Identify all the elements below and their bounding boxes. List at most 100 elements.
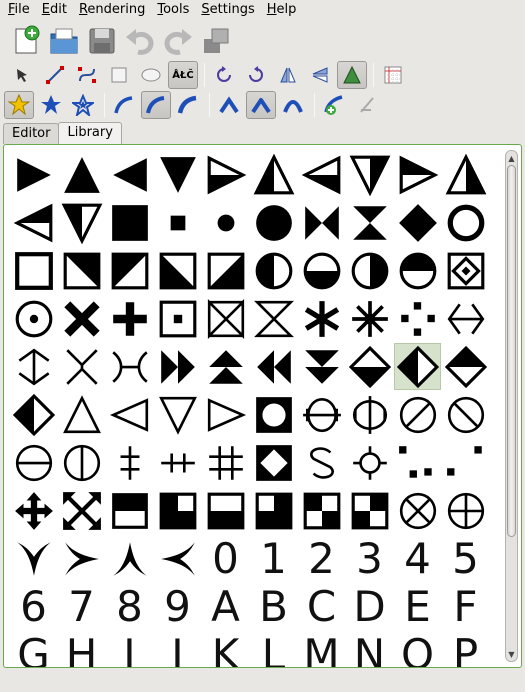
undo-button[interactable] — [122, 23, 158, 59]
symbol-triangle-right[interactable] — [10, 151, 57, 198]
symbol-square-outline[interactable] — [10, 247, 57, 294]
symbol-square-diag-1[interactable] — [58, 247, 105, 294]
scroll-down-arrow-icon[interactable]: ▼ — [506, 648, 517, 660]
symbol-circle-half-top[interactable] — [394, 247, 441, 294]
symbol-square-band-top[interactable] — [202, 487, 249, 534]
symbol-square-diamond-white[interactable] — [250, 439, 297, 486]
symbol-circle-bar-h[interactable] — [298, 391, 345, 438]
symbol-square-band-bottom[interactable] — [106, 487, 153, 534]
glyph-cell[interactable]: B — [250, 583, 297, 630]
menu-tools[interactable]: Tools — [151, 0, 195, 20]
symbol-square-with-circle[interactable] — [250, 391, 297, 438]
symbol-half-triangle-left[interactable] — [298, 151, 345, 198]
symbol-circle-dot[interactable] — [10, 295, 57, 342]
glyph-cell[interactable]: H — [58, 631, 105, 667]
select-tool-button[interactable] — [8, 61, 38, 89]
symbol-triangle-left[interactable] — [106, 151, 153, 198]
symbol-crosshair-circle[interactable] — [346, 439, 393, 486]
symbol-circle-bar-v[interactable] — [346, 391, 393, 438]
symbol-circle-hline[interactable] — [10, 439, 57, 486]
symbol-diagonal-arrows[interactable] — [58, 487, 105, 534]
rectangle-tool-button[interactable] — [104, 61, 134, 89]
glyph-cell[interactable]: P — [442, 631, 489, 667]
vertical-scrollbar[interactable]: ▲ ▼ — [505, 150, 518, 662]
corner-style-1-button[interactable] — [214, 91, 244, 119]
symbol-double-up[interactable] — [202, 343, 249, 390]
symbol-triangle-left-outline[interactable] — [106, 391, 153, 438]
corner-style-3-button[interactable] — [278, 91, 308, 119]
symbol-s-curve[interactable] — [298, 439, 345, 486]
symbol-circle-backslash[interactable] — [442, 391, 489, 438]
redo-button[interactable] — [160, 23, 196, 59]
rotate-left-button[interactable] — [209, 61, 239, 89]
glyph-cell[interactable]: K — [202, 631, 249, 667]
symbol-triangle-down-outline[interactable] — [154, 391, 201, 438]
menu-rendering[interactable]: Rendering — [73, 0, 151, 20]
symbol-square-large[interactable] — [106, 199, 153, 246]
add-node-button[interactable] — [319, 91, 349, 119]
symbol-dots-steps-2[interactable] — [442, 439, 489, 486]
open-button[interactable] — [46, 23, 82, 59]
symbol-circle-half-bottom[interactable] — [298, 247, 345, 294]
glyph-cell[interactable]: D — [346, 583, 393, 630]
symbol-hash[interactable] — [202, 439, 249, 486]
flip-vertical-button[interactable] — [305, 61, 335, 89]
symbol-cross-x[interactable] — [58, 295, 105, 342]
symbol-diamond-half-left[interactable] — [394, 343, 441, 390]
symbol-fast-forward[interactable] — [154, 343, 201, 390]
glyph-cell[interactable]: 7 — [58, 583, 105, 630]
symbol-diamond-half-bottom[interactable] — [346, 343, 393, 390]
ellipse-tool-button[interactable] — [136, 61, 166, 89]
glyph-cell[interactable]: 9 — [154, 583, 201, 630]
glyph-cell[interactable]: M — [298, 631, 345, 667]
symbol-rewind[interactable] — [250, 343, 297, 390]
symbol-triangle-up[interactable] — [58, 151, 105, 198]
symbol-circle-slash[interactable] — [394, 391, 441, 438]
symbol-half-triangle-right[interactable] — [202, 151, 249, 198]
symbol-asterisk[interactable] — [298, 295, 345, 342]
glyph-cell[interactable]: E — [394, 583, 441, 630]
symbol-triangle-right-outline[interactable] — [202, 391, 249, 438]
glyph-cell[interactable]: J — [154, 631, 201, 667]
symbol-double-cross-v[interactable] — [106, 439, 153, 486]
glyph-cell[interactable]: 8 — [106, 583, 153, 630]
symbol-arrowhead-down[interactable] — [10, 535, 57, 582]
symbol-split-y[interactable] — [58, 343, 105, 390]
glyph-cell[interactable]: 3 — [346, 535, 393, 582]
curve-style-2-button[interactable] — [141, 91, 171, 119]
curve-style-1-button[interactable] — [109, 91, 139, 119]
symbol-square-quarter[interactable] — [154, 487, 201, 534]
symbol-hourglass-outline[interactable] — [250, 295, 297, 342]
symbol-arrowhead-left[interactable] — [154, 535, 201, 582]
grid-button[interactable] — [378, 61, 408, 89]
symbol-curved-h[interactable] — [106, 343, 153, 390]
symbol-circle-vline[interactable] — [58, 439, 105, 486]
glyph-cell[interactable]: F — [442, 583, 489, 630]
flip-horizontal-button[interactable] — [273, 61, 303, 89]
symbol-plus[interactable] — [106, 295, 153, 342]
symbol-half-triangle-down[interactable] — [346, 151, 393, 198]
glyph-cell[interactable]: 4 — [394, 535, 441, 582]
symbol-square-dot[interactable] — [154, 295, 201, 342]
menu-edit[interactable]: Edit — [36, 0, 73, 20]
symbol-square-diag-2[interactable] — [106, 247, 153, 294]
text-tool-button[interactable]: ÅŁČ — [168, 61, 198, 89]
symbol-half-triangle-left-2[interactable] — [10, 199, 57, 246]
symbol-half-triangle-up-right[interactable] — [442, 151, 489, 198]
favorites-button[interactable] — [4, 91, 34, 119]
glyph-cell[interactable]: L — [250, 631, 297, 667]
glyph-cell[interactable]: 0 — [202, 535, 249, 582]
symbol-dot-small[interactable] — [202, 199, 249, 246]
line-tool-button[interactable] — [40, 61, 70, 89]
star-solid-button[interactable] — [36, 91, 66, 119]
symbol-circle-half-left[interactable] — [250, 247, 297, 294]
symbol-arrowhead-right[interactable] — [58, 535, 105, 582]
symbol-circle-plus[interactable] — [442, 487, 489, 534]
export-button[interactable] — [198, 23, 234, 59]
symbol-move-arrows[interactable] — [10, 487, 57, 534]
scroll-up-arrow-icon[interactable]: ▲ — [506, 152, 517, 164]
symbol-circle-large[interactable] — [250, 199, 297, 246]
glyph-cell[interactable]: C — [298, 583, 345, 630]
save-button[interactable] — [84, 23, 120, 59]
symbol-checker-2[interactable] — [346, 487, 393, 534]
